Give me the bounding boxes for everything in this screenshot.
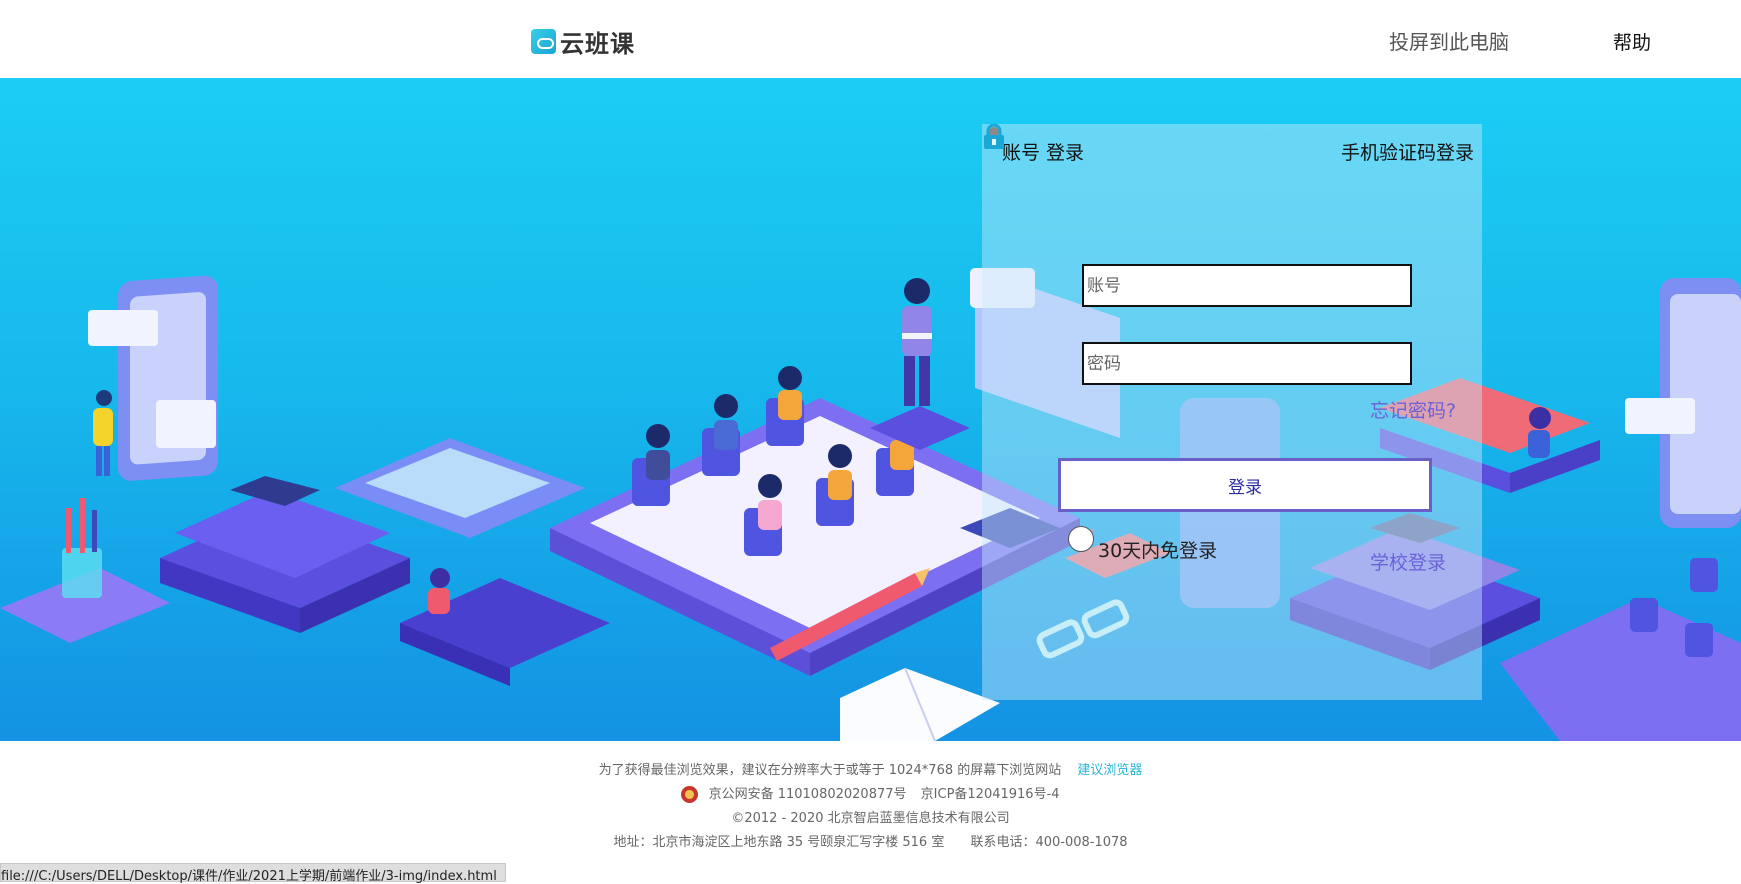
chairs-right — [1500, 558, 1741, 741]
pen-cup-platform — [0, 498, 170, 643]
password-input[interactable] — [1082, 342, 1412, 385]
teacher — [870, 278, 970, 450]
open-book-platform — [335, 438, 585, 538]
remember-login-radio[interactable] — [1068, 526, 1094, 552]
help-link[interactable]: 帮助 — [1613, 28, 1651, 55]
cloud-icon — [531, 29, 556, 54]
open-book — [840, 667, 1000, 741]
login-panel: 账号 登录 手机验证码登录 忘记密码? 登录 30天内免登录 学校登录 — [982, 124, 1482, 700]
page-footer: 为了获得最佳浏览效果，建议在分辨率大于或等于 1024*768 的屏幕下浏览网站… — [0, 741, 1741, 882]
footer-record-line: 京公网安备 11010802020877号 京ICP备12041916号-4 — [0, 783, 1741, 803]
cast-to-pc-link[interactable]: 投屏到此电脑 — [1389, 26, 1509, 55]
person-left — [93, 390, 113, 476]
police-record-link[interactable]: 京公网安备 11010802020877号 — [709, 787, 907, 802]
contact-phone: 联系电话：400-008-1078 — [970, 835, 1128, 850]
lock-icon — [984, 124, 1004, 149]
hero-banner: 账号 登录 手机验证码登录 忘记密码? 登录 30天内免登录 学校登录 — [0, 78, 1741, 741]
footer-contact-line: 地址：北京市海淀区上地东路 35 号颐泉汇写字楼 516 室 联系电话：400-… — [0, 831, 1741, 850]
forgot-password-link[interactable]: 忘记密码? — [1370, 396, 1456, 423]
login-button[interactable]: 登录 — [1058, 458, 1432, 512]
account-input[interactable] — [1082, 264, 1412, 307]
browser-status-bar: file:///C:/Users/DELL/Desktop/课件/作业/2021… — [0, 863, 506, 884]
logo-text: 云班课 — [560, 30, 635, 58]
police-badge-icon — [681, 786, 699, 803]
girl-book-platform — [400, 568, 610, 686]
browser-note: 为了获得最佳浏览效果，建议在分辨率大于或等于 1024*768 的屏幕下浏览网站 — [598, 763, 1062, 778]
icp-record-link[interactable]: 京ICP备12041916号-4 — [921, 787, 1060, 802]
copyright: ©2012 - 2020 北京智启蓝墨信息技术有限公司 — [731, 811, 1010, 826]
tab-account-login[interactable]: 账号 登录 — [1002, 138, 1084, 165]
phone-illustration-right — [1625, 278, 1741, 528]
school-login-link[interactable]: 学校登录 — [1370, 548, 1446, 575]
footer-browser-line: 为了获得最佳浏览效果，建议在分辨率大于或等于 1024*768 的屏幕下浏览网站… — [0, 759, 1741, 778]
address: 地址：北京市海淀区上地东路 35 号颐泉汇写字楼 516 室 — [613, 835, 945, 850]
top-header: 云班课 投屏到此电脑 帮助 — [0, 0, 1741, 78]
suggested-browser-link[interactable]: 建议浏览器 — [1077, 763, 1142, 778]
remember-login-label: 30天内免登录 — [1098, 540, 1218, 562]
tab-phone-login[interactable]: 手机验证码登录 — [1341, 138, 1474, 165]
site-logo[interactable]: 云班课 — [531, 24, 635, 59]
